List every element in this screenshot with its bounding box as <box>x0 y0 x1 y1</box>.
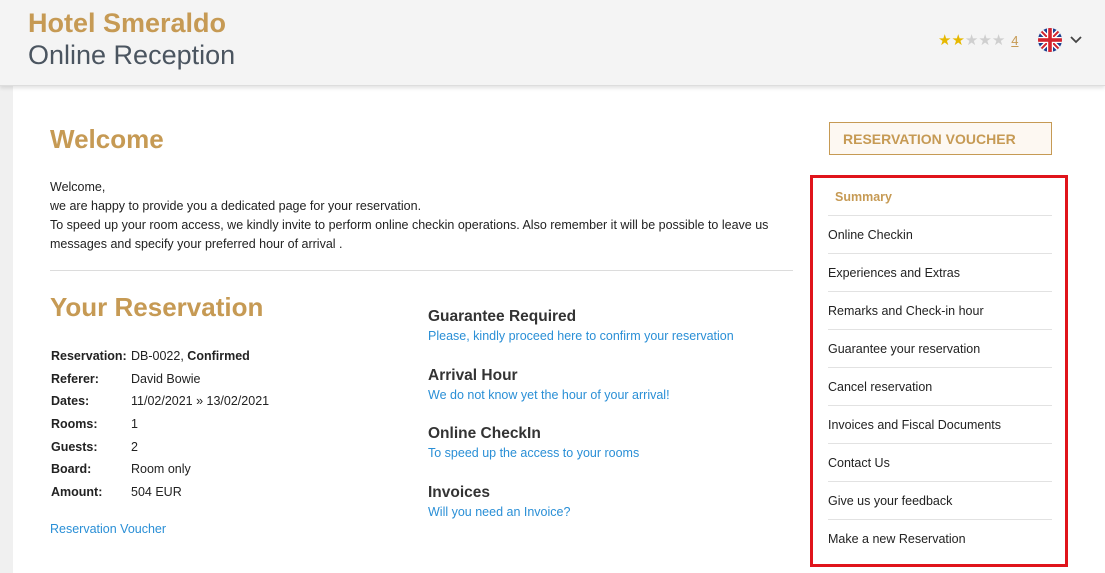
reservation-value: 2 <box>131 439 138 454</box>
reservation-row: Guests: 2 <box>51 435 269 458</box>
info-title: Online CheckIn <box>428 425 541 442</box>
guarantee-block: Guarantee Required Please, kindly procee… <box>428 308 734 343</box>
reservation-value: DB-0022, Confirmed <box>131 349 250 364</box>
guarantee-link[interactable]: Please, kindly proceed here to confirm y… <box>428 329 734 343</box>
reservation-value: 504 EUR <box>131 484 182 499</box>
reservation-row: Board: Room only <box>51 458 269 481</box>
reservation-row: Referer: David Bowie <box>51 368 269 391</box>
reservation-row: Rooms: 1 <box>51 413 269 436</box>
reservation-label: Dates: <box>51 394 90 409</box>
language-selector[interactable] <box>1038 28 1082 52</box>
star-empty-icon: ★ <box>991 32 1006 49</box>
reservation-row: Dates: 11/02/2021 » 13/02/2021 <box>51 390 269 413</box>
reservation-label: Reservation: <box>51 349 127 364</box>
invoices-link[interactable]: Will you need an Invoice? <box>428 505 570 519</box>
sidebar-menu: Summary Online Checkin Experiences and E… <box>810 175 1068 567</box>
sidebar-item-cancel[interactable]: Cancel reservation <box>828 368 1052 406</box>
arrival-hour-link[interactable]: We do not know yet the hour of your arri… <box>428 388 670 402</box>
reservation-label: Referer: <box>51 371 99 386</box>
invoices-block: Invoices Will you need an Invoice? <box>428 484 570 519</box>
online-checkin-block: Online CheckIn To speed up the access to… <box>428 425 639 460</box>
welcome-line: To speed up your room access, we kindly … <box>50 218 769 251</box>
online-checkin-link[interactable]: To speed up the access to your rooms <box>428 446 639 460</box>
reservation-heading: Your Reservation <box>50 292 264 322</box>
reservation-row: Reservation: DB-0022, Confirmed <box>51 345 269 368</box>
arrival-hour-block: Arrival Hour We do not know yet the hour… <box>428 367 670 402</box>
reservation-label: Board: <box>51 462 92 477</box>
reservation-voucher-link[interactable]: Reservation Voucher <box>50 522 166 536</box>
welcome-message: Welcome, we are happy to provide you a d… <box>50 178 795 254</box>
sidebar-item-feedback[interactable]: Give us your feedback <box>828 482 1052 520</box>
star-empty-icon: ★ <box>964 32 979 49</box>
welcome-heading: Welcome <box>50 124 164 154</box>
star-filled-icon: ★ <box>938 32 952 49</box>
sidebar-item-online-checkin[interactable]: Online Checkin <box>828 216 1052 254</box>
rating-count-link[interactable]: 4 <box>1011 33 1018 48</box>
info-title: Invoices <box>428 484 491 501</box>
reservation-value: David Bowie <box>131 371 201 386</box>
sidebar-item-summary[interactable]: Summary <box>828 178 1052 216</box>
rating-stars: ★★★★★ <box>938 31 1005 50</box>
main-content: Welcome Welcome, we are happy to provide… <box>13 86 1105 573</box>
star-filled-icon: ★ <box>951 32 965 49</box>
reservation-label: Guests: <box>51 439 98 454</box>
sidebar-item-contact[interactable]: Contact Us <box>828 444 1052 482</box>
section-divider <box>50 270 793 271</box>
star-empty-icon: ★ <box>978 32 992 49</box>
sidebar-item-experiences[interactable]: Experiences and Extras <box>828 254 1052 292</box>
hotel-name: Hotel Smeraldo <box>28 8 227 38</box>
reservation-value: 11/02/2021 » 13/02/2021 <box>131 394 270 409</box>
sidebar-item-guarantee[interactable]: Guarantee your reservation <box>828 330 1052 368</box>
sidebar-item-remarks[interactable]: Remarks and Check-in hour <box>828 292 1052 330</box>
reservation-row: Amount: 504 EUR <box>51 481 269 504</box>
reservation-value: 1 <box>131 417 138 432</box>
reservation-status: Confirmed <box>187 349 250 364</box>
sidebar-item-new-reservation[interactable]: Make a new Reservation <box>828 520 1052 558</box>
top-header: Hotel Smeraldo Online Reception ★★★★★ 4 <box>0 0 1105 86</box>
page-subtitle: Online Reception <box>28 40 236 70</box>
reservation-voucher-button[interactable]: RESERVATION VOUCHER <box>829 122 1052 155</box>
info-title: Guarantee Required <box>428 308 577 325</box>
uk-flag-icon <box>1038 28 1062 52</box>
info-title: Arrival Hour <box>428 367 518 384</box>
rating-widget[interactable]: ★★★★★ 4 <box>938 31 1019 50</box>
welcome-line: Welcome, <box>50 180 106 194</box>
reservation-label: Rooms: <box>51 417 98 432</box>
chevron-down-icon <box>1070 36 1082 44</box>
reservation-label: Amount: <box>51 484 103 499</box>
sidebar-item-invoices[interactable]: Invoices and Fiscal Documents <box>828 406 1052 444</box>
reservation-value: Room only <box>131 462 191 477</box>
reservation-details: Reservation: DB-0022, Confirmed Referer:… <box>51 345 269 503</box>
welcome-line: we are happy to provide you a dedicated … <box>50 199 422 213</box>
